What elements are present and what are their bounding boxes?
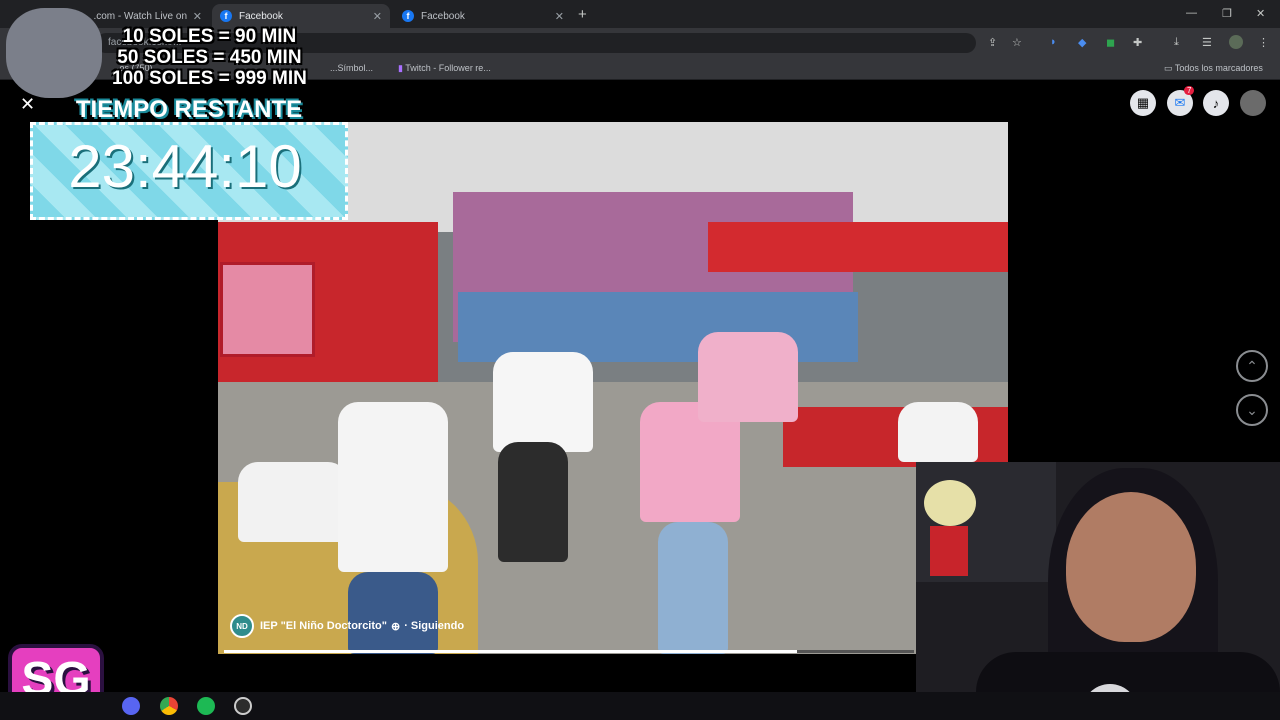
close-tab-icon[interactable]: ✕ — [193, 10, 202, 23]
video-child — [658, 522, 728, 654]
download-icon[interactable]: ⤓ — [1174, 36, 1179, 49]
video-child — [498, 442, 568, 562]
page-name[interactable]: IEP "El Niño Doctorcito" — [260, 620, 387, 632]
price-line: 50 SOLES = 450 MIN — [117, 47, 302, 68]
video-child — [348, 572, 438, 654]
video-child — [698, 332, 798, 422]
video-child — [493, 352, 593, 452]
timer-value: 23:44:10 — [68, 133, 302, 200]
account-avatar[interactable] — [1240, 90, 1266, 116]
timer-header: TIEMPO RESTANTE — [75, 96, 303, 123]
tab-title: Facebook — [239, 10, 283, 22]
facebook-icon: f — [402, 10, 414, 22]
close-window-button[interactable]: ✕ — [1256, 7, 1265, 20]
video-banner — [220, 262, 315, 357]
video-progress-fill — [224, 650, 797, 653]
follow-status[interactable]: · Siguiendo — [404, 620, 464, 632]
tab-facebook-active[interactable]: f Facebook ✕ — [212, 4, 390, 28]
verified-globe-icon: ⊕ — [390, 620, 401, 633]
close-tab-icon[interactable]: ✕ — [373, 10, 382, 23]
chrome-icon[interactable] — [160, 697, 178, 715]
extensions-puzzle-icon[interactable]: ✚ — [1133, 36, 1142, 49]
obs-icon[interactable] — [234, 697, 252, 715]
close-tab-icon[interactable]: ✕ — [555, 10, 564, 23]
bookmark-item-twitch[interactable]: ▮ Twitch - Follower re... — [398, 63, 491, 74]
video-child — [338, 402, 448, 572]
extension-icon[interactable]: ◼ — [1106, 36, 1115, 49]
bookmark-star-icon[interactable]: ☆ — [1012, 36, 1022, 49]
video-child — [238, 462, 348, 542]
webcam-flower-pot — [930, 526, 968, 576]
tab-facebook[interactable]: f Facebook ✕ — [394, 4, 572, 28]
streamer-avatar — [6, 8, 102, 98]
folder-icon: ▭ — [1164, 63, 1173, 73]
notifications-bell-icon[interactable]: ♪ — [1203, 90, 1229, 116]
all-bookmarks-label: Todos los marcadores — [1174, 63, 1263, 73]
chevron-up-icon[interactable]: ⌃ — [1236, 350, 1268, 382]
install-app-icon[interactable]: ⇪ — [988, 36, 997, 49]
profile-avatar[interactable] — [1229, 35, 1243, 49]
webcam-flowers — [924, 480, 976, 526]
all-bookmarks[interactable]: ▭ Todos los marcadores — [1164, 63, 1263, 74]
media-icon[interactable]: ☰ — [1202, 36, 1212, 49]
extension-icon[interactable]: ◗ — [1050, 36, 1057, 48]
bookmark-label: Twitch - Follower re... — [405, 63, 491, 73]
video-page-label[interactable]: ND IEP "El Niño Doctorcito" ⊕ · Siguiend… — [230, 614, 464, 638]
discord-icon[interactable] — [122, 697, 140, 715]
facebook-icon: f — [220, 10, 232, 22]
webcam-feed — [916, 462, 1280, 720]
spotify-icon[interactable] — [197, 697, 215, 715]
price-line: 10 SOLES = 90 MIN — [122, 26, 297, 47]
chevron-down-icon[interactable]: ⌄ — [1236, 394, 1268, 426]
menu-kebab-icon[interactable]: ⋮ — [1258, 36, 1269, 49]
menu-grid-icon[interactable]: ▦ — [1130, 90, 1156, 116]
bookmark-item[interactable]: ...Símbol... — [330, 63, 373, 73]
tab-title: Facebook — [421, 10, 465, 22]
maximize-button[interactable]: ❐ — [1222, 7, 1232, 20]
price-line: 100 SOLES = 999 MIN — [112, 68, 307, 89]
twitch-icon: ▮ — [398, 63, 403, 73]
video-canopy — [708, 222, 1008, 272]
new-tab-button[interactable]: + — [578, 6, 587, 23]
minimize-button[interactable]: — — [1186, 7, 1197, 19]
extension-icon[interactable]: ◆ — [1078, 36, 1086, 49]
donation-prices: 10 SOLES = 90 MIN 50 SOLES = 450 MIN 100… — [112, 26, 307, 89]
webcam-person-face — [1066, 492, 1196, 642]
page-logo: ND — [230, 614, 254, 638]
taskbar — [0, 692, 1280, 720]
video-child — [898, 402, 978, 462]
